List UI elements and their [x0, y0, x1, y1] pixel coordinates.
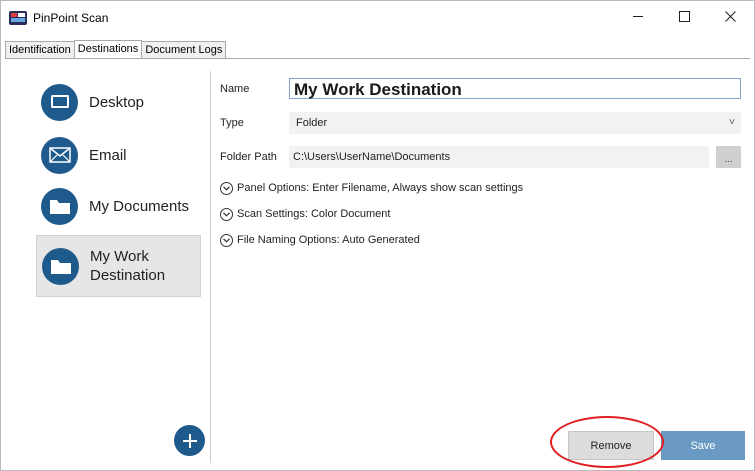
name-label: Name	[220, 83, 250, 95]
title-bar: PinPoint Scan	[1, 1, 754, 39]
folder-icon-badge	[42, 247, 79, 285]
name-field[interactable]: My Work Destination	[289, 78, 741, 99]
maximize-icon	[678, 10, 690, 22]
chevron-down-circle-icon	[220, 233, 233, 247]
close-button[interactable]	[707, 1, 753, 31]
type-select-value: Folder	[296, 117, 328, 129]
add-destination-button[interactable]	[174, 425, 205, 456]
close-icon	[724, 10, 736, 22]
envelope-icon	[48, 147, 71, 163]
minimize-icon	[633, 15, 643, 17]
chevron-down-icon: ˅	[729, 117, 735, 128]
scan-settings-label: Scan Settings: Color Document	[237, 208, 391, 220]
minimize-button[interactable]	[615, 1, 661, 31]
chevron-down-circle-icon	[220, 181, 233, 195]
sidebar-item-label: My Documents	[89, 197, 190, 215]
browse-button[interactable]: ...	[716, 146, 741, 168]
file-naming-options-label: File Naming Options: Auto Generated	[237, 234, 420, 246]
folder-icon	[50, 259, 71, 274]
folder-path-label: Folder Path	[220, 151, 277, 163]
maximize-button[interactable]	[661, 1, 707, 31]
sidebar-item-my-work-destination[interactable]: My Work Destination	[36, 235, 201, 297]
remove-button[interactable]: Remove	[568, 431, 654, 460]
scan-settings-expander[interactable]: Scan Settings: Color Document	[220, 206, 390, 222]
file-naming-options-expander[interactable]: File Naming Options: Auto Generated	[220, 232, 420, 248]
envelope-icon-badge	[41, 136, 78, 174]
tab-document-logs[interactable]: Document Logs	[141, 41, 227, 59]
folder-icon	[49, 199, 70, 214]
sidebar-item-label: My Work Destination	[90, 248, 166, 284]
folder-icon-badge	[41, 187, 78, 225]
sidebar-item-desktop[interactable]: Desktop	[41, 73, 205, 131]
plus-icon	[182, 433, 197, 448]
tab-bar: Identification Destinations Document Log…	[5, 40, 227, 59]
folder-path-field[interactable]: C:\Users\UserName\Documents	[289, 146, 709, 168]
app-window: PinPoint Scan Identification Destination…	[0, 0, 755, 471]
monitor-icon	[50, 95, 69, 108]
tab-destinations[interactable]: Destinations	[73, 40, 143, 59]
type-label: Type	[220, 117, 244, 129]
type-select[interactable]: Folder ˅	[289, 112, 741, 134]
tab-identification[interactable]: Identification	[5, 41, 75, 59]
app-logo-icon	[9, 11, 27, 25]
panel-divider	[210, 71, 211, 463]
sidebar-item-my-documents[interactable]: My Documents	[41, 177, 205, 235]
window-title: PinPoint Scan	[33, 11, 109, 25]
sidebar-item-label: Email	[89, 146, 127, 164]
save-button[interactable]: Save	[661, 431, 745, 460]
sidebar-item-email[interactable]: Email	[41, 126, 205, 184]
panel-options-expander[interactable]: Panel Options: Enter Filename, Always sh…	[220, 180, 523, 196]
panel-options-label: Panel Options: Enter Filename, Always sh…	[237, 182, 524, 194]
sidebar-item-label: Desktop	[89, 93, 145, 111]
tab-separator	[5, 58, 750, 59]
monitor-icon-badge	[41, 83, 78, 121]
chevron-down-circle-icon	[220, 207, 233, 221]
